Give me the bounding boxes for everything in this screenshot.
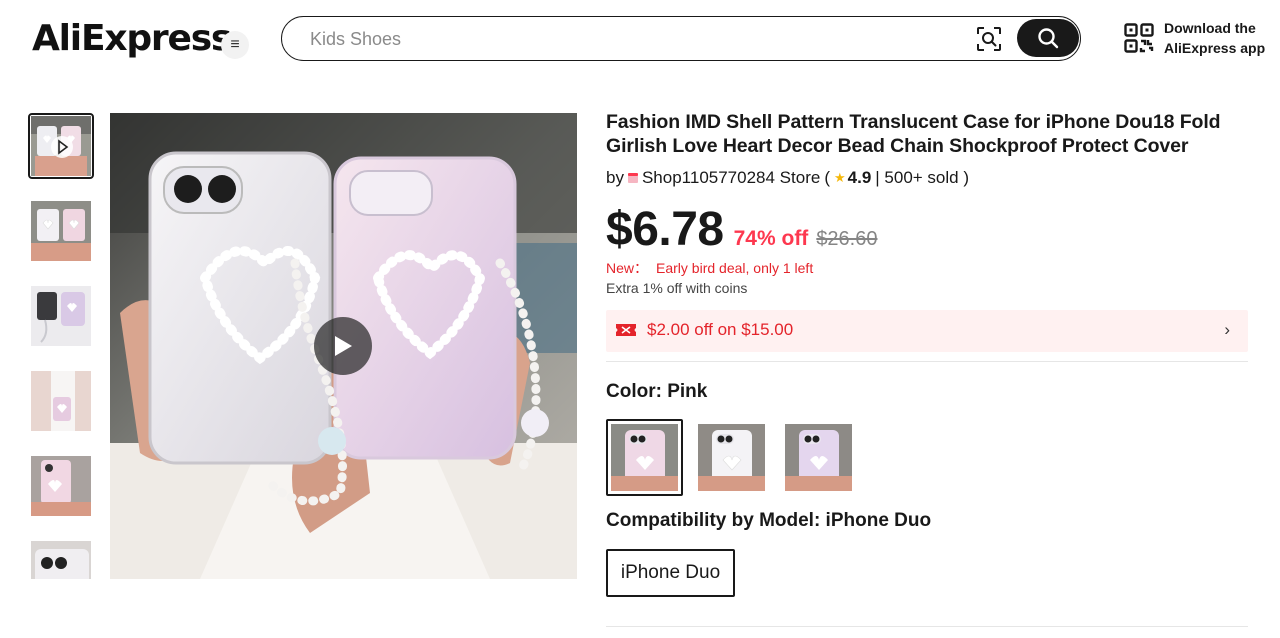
original-price: $26.60 [816, 228, 878, 250]
chevron-right-icon: › [1224, 320, 1230, 339]
thumbnail-image [31, 201, 91, 261]
product-title: Fashion IMD Shell Pattern Translucent Ca… [606, 111, 1221, 157]
site-header: AliExpress ≡ Download the [0, 0, 1280, 78]
coupon-banner[interactable]: $2.00 off on $15.00 › [606, 310, 1248, 352]
swatch-image [785, 424, 852, 491]
thumbnail-list [28, 113, 96, 579]
search-icon [1038, 28, 1059, 49]
divider [606, 361, 1248, 362]
model-option-iphone-duo[interactable]: iPhone Duo [606, 549, 735, 597]
by-label: by [606, 168, 624, 187]
search-bar [281, 16, 1081, 61]
sold-count: | 500+ sold ) [875, 168, 970, 187]
thumbnail-video[interactable] [28, 113, 94, 179]
sale-price: $6.78 [606, 203, 724, 256]
coupon-icon [616, 324, 636, 336]
color-swatch-pink[interactable] [606, 419, 683, 496]
play-video-button[interactable] [314, 317, 372, 375]
store-rating: 4.9 [847, 168, 872, 187]
thumbnail-photo-2[interactable] [28, 198, 94, 264]
download-line-1: Download the [1164, 20, 1256, 36]
download-app-link[interactable]: Download the AliExpress app [1124, 18, 1265, 58]
aliexpress-logo[interactable]: AliExpress [32, 16, 232, 60]
open-paren: ( [824, 168, 830, 187]
swatch-image [698, 424, 765, 491]
color-label: Color: Pink [606, 381, 708, 402]
thumbnail-image [31, 286, 91, 346]
menu-icon: ≡ [230, 36, 240, 53]
download-line-2: AliExpress app [1164, 40, 1266, 56]
star-icon: ★ [833, 170, 846, 185]
qr-code-icon [1124, 23, 1154, 53]
store-line: by Shop1105770284 Store ( ★ 4.9 | 500+ s… [606, 167, 1248, 189]
menu-button[interactable]: ≡ [221, 31, 249, 59]
search-button[interactable] [1017, 19, 1079, 57]
discount-badge: 74% off [733, 227, 809, 250]
image-search-icon[interactable] [976, 26, 1002, 52]
store-icon [627, 173, 638, 183]
compatibility-label: Compatibility by Model: iPhone Duo [606, 510, 932, 531]
store-name-link[interactable]: Shop1105770284 Store [642, 168, 820, 188]
thumbnail-image [31, 371, 91, 431]
thumbnail-image [31, 456, 91, 516]
thumbnail-photo-4[interactable] [28, 368, 94, 434]
price-row: $6.78 74% off $26.60 [606, 202, 1248, 256]
thumbnail-photo-5[interactable] [28, 453, 94, 519]
thumbnail-image [31, 116, 91, 176]
play-icon [335, 336, 352, 356]
main-product-image[interactable] [110, 113, 577, 579]
deal-line: New： Early bird deal, only 1 left [606, 258, 1248, 276]
thumbnail-photo-3[interactable] [28, 283, 94, 349]
color-swatch-white[interactable] [693, 419, 770, 496]
logo-text: AliExpress [32, 17, 232, 59]
color-swatch-purple[interactable] [780, 419, 857, 496]
divider [606, 626, 1248, 627]
deal-text: Early bird deal, only 1 left [656, 260, 814, 276]
deal-prefix: New： [606, 260, 649, 276]
coins-discount: Extra 1% off with coins [606, 280, 748, 296]
thumbnail-image [31, 541, 91, 579]
search-input[interactable] [310, 26, 960, 52]
swatch-image [611, 424, 678, 491]
product-info: Fashion IMD Shell Pattern Translucent Ca… [606, 110, 1248, 352]
coupon-text: $2.00 off on $15.00 [647, 320, 794, 339]
download-app-text: Download the AliExpress app [1164, 18, 1265, 58]
thumbnail-photo-6[interactable] [28, 538, 94, 579]
